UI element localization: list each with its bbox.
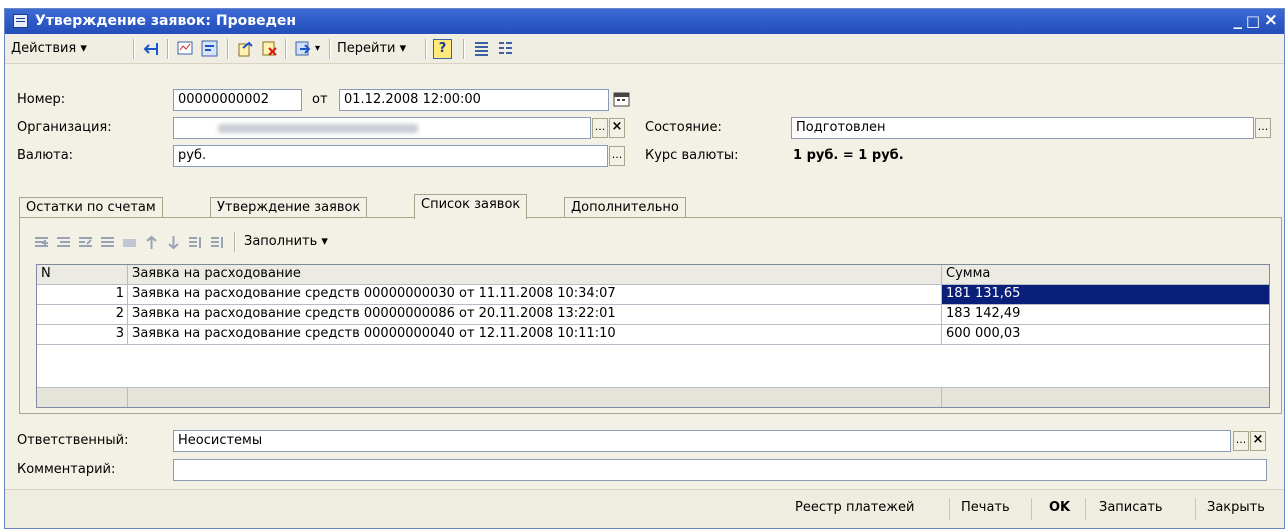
- button-separator: [949, 498, 950, 520]
- bottom-button-bar: Реестр платежей Печать OK Записать Закры…: [5, 489, 1284, 528]
- comment-field[interactable]: [173, 459, 1267, 481]
- column-header-request[interactable]: Заявка на расходование: [128, 265, 942, 284]
- button-separator: [1195, 498, 1196, 520]
- table-row[interactable]: 1 Заявка на расходование средств 0000000…: [37, 285, 1269, 305]
- footer-cell: [128, 388, 942, 407]
- fill-menu-button[interactable]: Заполнить ▾: [244, 234, 328, 249]
- maximize-button[interactable]: □: [1246, 12, 1260, 30]
- organization-field[interactable]: [173, 117, 591, 139]
- sort-descending-icon[interactable]: [210, 235, 225, 250]
- organization-clear-button[interactable]: ×: [609, 118, 625, 138]
- copy-row-icon[interactable]: [56, 235, 71, 250]
- post-arrow-icon[interactable]: [143, 40, 160, 57]
- organization-select-button[interactable]: ...: [592, 118, 608, 138]
- close-button[interactable]: Закрыть: [1207, 500, 1265, 515]
- goto-menu-button[interactable]: Перейти ▾: [337, 40, 406, 58]
- number-label: Номер:: [17, 92, 66, 107]
- row-request[interactable]: Заявка на расходование средств 000000000…: [128, 285, 942, 304]
- move-up-icon[interactable]: [144, 235, 159, 250]
- table-header: N Заявка на расходование Сумма: [37, 265, 1269, 285]
- row-number: 2: [37, 305, 128, 324]
- row-sum-selected[interactable]: 181 131,65: [942, 285, 1269, 304]
- main-toolbar: Действия ▾ ▾ Перейти ▾ ?: [5, 35, 1284, 64]
- close-window-button[interactable]: ×: [1264, 10, 1278, 30]
- toolbar-separator: [285, 39, 287, 59]
- sort-ascending-icon[interactable]: [188, 235, 203, 250]
- footer-cell: [942, 388, 1269, 407]
- responsible-field[interactable]: Неосистемы: [173, 430, 1231, 452]
- tab-additional[interactable]: Дополнительно: [564, 197, 686, 218]
- delete-row-icon[interactable]: [100, 235, 115, 250]
- window-title: Утверждение заявок: Проведен: [35, 13, 297, 29]
- toolbar-separator: [463, 39, 465, 59]
- structure-icon[interactable]: [201, 40, 218, 57]
- row-request[interactable]: Заявка на расходование средств 000000000…: [128, 325, 942, 344]
- tab-account-balances[interactable]: Остатки по счетам: [19, 197, 163, 218]
- status-label: Состояние:: [645, 120, 722, 135]
- responsible-label: Ответственный:: [17, 433, 129, 448]
- tree-view-icon[interactable]: [497, 40, 514, 57]
- toolbar-separator: [167, 39, 169, 59]
- toolbar-separator: [329, 39, 331, 59]
- add-row-icon[interactable]: [34, 235, 49, 250]
- ok-button[interactable]: OK: [1049, 500, 1070, 515]
- from-label: от: [312, 92, 328, 107]
- date-field[interactable]: 01.12.2008 12:00:00: [339, 89, 609, 111]
- table-row[interactable]: 3 Заявка на расходование средств 0000000…: [37, 325, 1269, 345]
- save-button[interactable]: Записать: [1099, 500, 1163, 515]
- button-separator: [1031, 498, 1032, 520]
- exchange-rate-value: 1 руб. = 1 руб.: [793, 148, 904, 163]
- list-view-icon[interactable]: [473, 40, 490, 57]
- footer-cell: [37, 388, 128, 407]
- toolbar-separator: [133, 39, 135, 59]
- currency-field[interactable]: руб.: [173, 145, 608, 167]
- row-sum[interactable]: 600 000,03: [942, 325, 1269, 344]
- delete-document-icon[interactable]: [261, 40, 278, 57]
- row-number: 3: [37, 325, 128, 344]
- column-header-n[interactable]: N: [37, 265, 128, 284]
- title-bar[interactable]: Утверждение заявок: Проведен _ □ ×: [5, 9, 1284, 34]
- column-header-sum[interactable]: Сумма: [942, 265, 1269, 284]
- toolbar-separator: [425, 39, 427, 59]
- help-icon[interactable]: ?: [433, 39, 452, 59]
- responsible-clear-button[interactable]: ×: [1250, 431, 1266, 451]
- row-number: 1: [37, 285, 128, 304]
- status-select-button[interactable]: ...: [1255, 118, 1271, 138]
- edit-row-icon[interactable]: [78, 235, 93, 250]
- create-based-on-dropdown-icon[interactable]: ▾: [315, 40, 320, 58]
- actions-menu-button[interactable]: Действия ▾: [11, 40, 87, 58]
- calendar-icon[interactable]: [613, 92, 630, 107]
- currency-label: Валюта:: [17, 148, 74, 163]
- copy-document-icon[interactable]: [237, 40, 254, 57]
- exchange-rate-label: Курс валюты:: [645, 148, 739, 163]
- row-request[interactable]: Заявка на расходование средств 000000000…: [128, 305, 942, 324]
- payments-registry-button[interactable]: Реестр платежей: [795, 500, 914, 515]
- comment-label: Комментарий:: [17, 462, 116, 477]
- table-footer: [37, 387, 1269, 407]
- status-field[interactable]: Подготовлен: [791, 117, 1254, 139]
- end-edit-icon[interactable]: [122, 235, 137, 250]
- toolbar-separator: [234, 232, 236, 252]
- tab-request-list[interactable]: Список заявок: [414, 194, 528, 219]
- document-icon: [13, 14, 28, 28]
- toolbar-separator: [227, 39, 229, 59]
- movements-icon[interactable]: [177, 40, 194, 57]
- requests-table[interactable]: N Заявка на расходование Сумма 1 Заявка …: [36, 264, 1270, 408]
- redacted-organization-name: [218, 124, 418, 133]
- request-list-panel: Заполнить ▾ N Заявка на расходование Сум…: [19, 217, 1282, 414]
- table-row[interactable]: 2 Заявка на расходование средств 0000000…: [37, 305, 1269, 325]
- currency-select-button[interactable]: ...: [609, 146, 625, 166]
- responsible-select-button[interactable]: ...: [1233, 431, 1249, 451]
- move-down-icon[interactable]: [166, 235, 181, 250]
- number-field[interactable]: 00000000002: [173, 89, 302, 111]
- row-sum[interactable]: 183 142,49: [942, 305, 1269, 324]
- organization-label: Организация:: [17, 120, 112, 135]
- print-button[interactable]: Печать: [961, 500, 1010, 515]
- tab-request-approval[interactable]: Утверждение заявок: [210, 197, 368, 218]
- document-window: Утверждение заявок: Проведен _ □ × Дейст…: [4, 8, 1285, 529]
- button-separator: [1085, 498, 1086, 520]
- minimize-button[interactable]: _: [1234, 10, 1243, 30]
- create-based-on-icon[interactable]: [295, 40, 312, 57]
